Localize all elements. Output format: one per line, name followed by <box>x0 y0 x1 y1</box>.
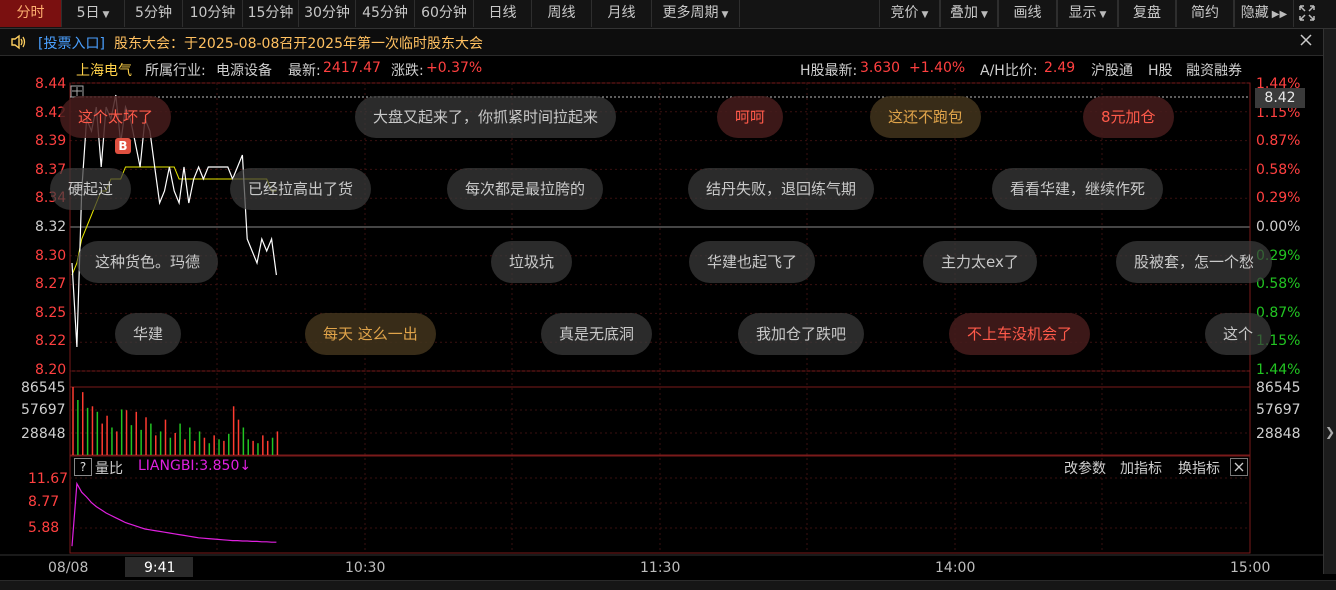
comment-bubble[interactable]: 我加仓了跌吧 <box>738 313 865 355</box>
volume-tick: 86545 <box>21 380 66 396</box>
comment-bubble[interactable]: 结丹失败，退回练气期 <box>688 168 875 210</box>
collapse-arrow-icon[interactable]: ❯ <box>1325 425 1335 439</box>
percent-tick: 0.00% <box>1256 219 1301 235</box>
comment-bubble[interactable]: 已经拉高出了货 <box>230 168 372 210</box>
comment-bubble[interactable]: 这个太坏了 <box>60 96 172 138</box>
comment-bubble[interactable]: 大盘又起来了，你抓紧时间拉起来 <box>355 96 617 138</box>
comment-bubble[interactable]: 股被套，怎一个愁 <box>1116 241 1273 283</box>
comment-bubble[interactable]: 这还不跑包 <box>870 96 982 138</box>
comment-bubble[interactable]: 看看华建，继续作死 <box>992 168 1164 210</box>
percent-tick: 1.44% <box>1256 362 1301 378</box>
indicator-button-1[interactable]: 改参数 <box>1064 458 1106 478</box>
price-tick: 8.30 <box>35 247 67 264</box>
comment-bubble[interactable]: 垃圾坑 <box>491 241 573 283</box>
comment-bubble[interactable]: 不上车没机会了 <box>949 313 1091 355</box>
indicator-tick: 5.88 <box>28 520 60 536</box>
price-tick: 8.32 <box>35 219 67 235</box>
comment-bubble[interactable]: 硬起过 <box>50 168 132 210</box>
time-tick: 14:00 <box>935 560 976 576</box>
comment-bubble[interactable]: 这种货色。玛德 <box>77 241 219 283</box>
comment-bubble[interactable]: 华建也起飞了 <box>689 241 816 283</box>
price-tick: 8.25 <box>35 304 67 321</box>
indicator-tick: 8.77 <box>28 494 60 510</box>
buy-marker[interactable]: B <box>115 138 131 154</box>
indicator-name: 量比 <box>95 461 123 477</box>
price-tick: 8.27 <box>35 276 67 293</box>
percent-tick: 0.87% <box>1256 133 1301 150</box>
time-tick: 11:30 <box>640 560 681 576</box>
intraday-chart[interactable] <box>0 0 1323 589</box>
time-tick: 08/08 <box>48 560 89 576</box>
indicator-tick: 11.67 <box>28 471 69 487</box>
indicator-button-2[interactable]: 加指标 <box>1120 458 1162 478</box>
time-tick: 9:41 <box>144 560 176 576</box>
indicator-close-icon[interactable] <box>1230 458 1248 476</box>
percent-tick: 0.29% <box>1256 190 1301 207</box>
comment-bubble[interactable]: 每次都是最拉胯的 <box>447 168 604 210</box>
volume-tick: 28848 <box>21 426 66 442</box>
liangbi-line <box>71 481 277 547</box>
time-tick: 10:30 <box>345 560 386 576</box>
price-tick: 8.20 <box>35 362 67 378</box>
volume-tick: 57697 <box>1256 402 1301 418</box>
comment-bubble[interactable]: 呵呵 <box>717 96 784 138</box>
comment-bubble[interactable]: 每天 这么一出 <box>305 313 436 355</box>
percent-tick: 0.58% <box>1256 161 1301 178</box>
comment-bubble[interactable]: 真是无底洞 <box>541 313 653 355</box>
comment-bubble[interactable]: 华建 <box>115 313 182 355</box>
volume-tick: 28848 <box>1256 426 1301 442</box>
volume-tick: 57697 <box>21 402 66 418</box>
indicator-button-3[interactable]: 换指标 <box>1178 458 1220 478</box>
indicator-help-button[interactable]: ? <box>74 458 92 476</box>
price-tick: 8.44 <box>35 76 67 92</box>
comment-bubble[interactable]: 8元加仓 <box>1083 96 1174 138</box>
price-tick: 8.22 <box>35 333 67 350</box>
comment-bubble[interactable]: 主力太ex了 <box>923 241 1037 283</box>
indicator-value: LIANGBI:3.850↓ <box>138 458 252 474</box>
volume-tick: 86545 <box>1256 380 1301 396</box>
time-tick: 15:00 <box>1230 560 1271 576</box>
comment-bubble[interactable]: 这个 <box>1205 313 1272 355</box>
cursor-price-tag: 8.42 <box>1255 88 1305 108</box>
price-tick: 8.39 <box>35 133 67 150</box>
side-scrollbar[interactable] <box>1323 29 1336 574</box>
